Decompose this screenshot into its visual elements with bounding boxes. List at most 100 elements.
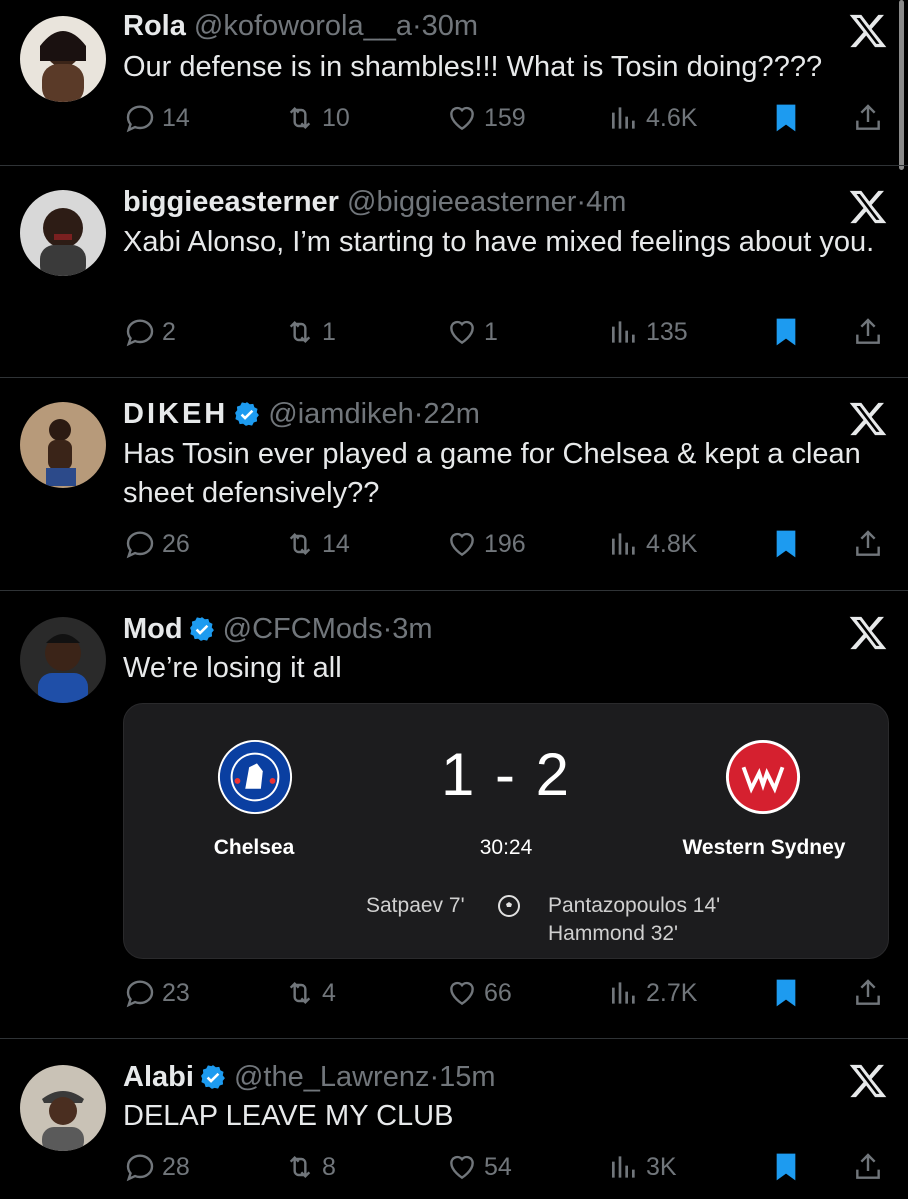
repost-icon xyxy=(289,1155,311,1179)
views-chart-icon xyxy=(612,1156,635,1178)
display-name[interactable]: Mod xyxy=(123,613,183,645)
share-button[interactable] xyxy=(852,312,884,352)
share-icon xyxy=(856,530,880,556)
repost-button[interactable]: 1 xyxy=(284,312,336,352)
reply-button[interactable]: 2 xyxy=(124,312,176,352)
action-bar: 26 14 196 4.8K xyxy=(0,524,908,564)
like-count: 196 xyxy=(484,529,526,558)
avatar[interactable] xyxy=(20,16,106,102)
tweet-2[interactable]: DIKEH @iamdikeh·22m Has Tosin ever playe… xyxy=(0,378,908,590)
tweet-header: DIKEH @iamdikeh·22m xyxy=(123,396,480,432)
repost-button[interactable]: 4 xyxy=(284,973,336,1013)
heart-icon xyxy=(450,981,474,1006)
away-team-name: Western Sydney xyxy=(682,836,846,859)
bookmark-icon xyxy=(776,104,796,132)
bookmark-button[interactable] xyxy=(770,1147,802,1187)
timestamp[interactable]: 3m xyxy=(392,613,432,645)
tweet-header: Rola @kofoworola__a·30m xyxy=(123,8,478,44)
tweet-text: DELAP LEAVE MY CLUB xyxy=(123,1100,454,1132)
display-name[interactable]: Rola xyxy=(123,10,186,42)
repost-button[interactable]: 14 xyxy=(284,524,350,564)
tweet-header: Alabi @the_Lawrenz·15m xyxy=(123,1059,496,1095)
separator-dot: · xyxy=(429,1061,440,1093)
reply-button[interactable]: 28 xyxy=(124,1147,190,1187)
repost-icon xyxy=(289,320,311,344)
user-handle[interactable]: @the_Lawrenz xyxy=(234,1061,430,1093)
view-count: 4.8K xyxy=(646,529,698,558)
like-button[interactable]: 66 xyxy=(446,973,512,1013)
verified-badge-icon xyxy=(200,1065,225,1089)
verified-badge-icon xyxy=(235,402,260,426)
avatar[interactable] xyxy=(20,190,106,276)
reply-count: 2 xyxy=(162,317,176,346)
share-icon xyxy=(856,104,880,130)
bookmark-button[interactable] xyxy=(770,312,802,352)
user-handle[interactable]: @kofoworola__a xyxy=(194,10,412,42)
timestamp[interactable]: 22m xyxy=(423,398,479,430)
views-button[interactable]: 3K xyxy=(608,1147,677,1187)
tweet-1[interactable]: biggieeasterner @biggieeasterner·4m Xabi… xyxy=(0,166,908,377)
reply-button[interactable]: 26 xyxy=(124,524,190,564)
match-scorecard[interactable]: 1 - 2 Chelsea 30:24 Western Sydney Satpa… xyxy=(123,703,889,959)
views-button[interactable]: 4.8K xyxy=(608,524,697,564)
repost-button[interactable]: 10 xyxy=(284,98,350,138)
x-logo-icon xyxy=(849,14,887,48)
like-count: 159 xyxy=(484,103,526,132)
bookmark-button[interactable] xyxy=(770,973,802,1013)
repost-icon xyxy=(289,981,311,1005)
user-handle[interactable]: @CFCMods xyxy=(223,613,383,645)
bookmark-button[interactable] xyxy=(770,524,802,564)
display-name[interactable]: Alabi xyxy=(123,1061,194,1093)
timestamp[interactable]: 30m xyxy=(422,10,478,42)
display-name[interactable]: DIKEH xyxy=(123,398,228,430)
tweet-0[interactable]: Rola @kofoworola__a·30m Our defense is i… xyxy=(0,0,908,165)
action-bar: 28 8 54 3K xyxy=(0,1147,908,1187)
timestamp[interactable]: 15m xyxy=(439,1061,495,1093)
bookmark-icon xyxy=(776,979,796,1007)
bookmark-button[interactable] xyxy=(770,98,802,138)
tweet-4[interactable]: Alabi @the_Lawrenz·15m DELAP LEAVE MY CL… xyxy=(0,1039,908,1199)
x-logo-icon xyxy=(849,1064,887,1098)
repost-count: 10 xyxy=(322,103,350,132)
separator-dot: · xyxy=(411,10,422,42)
x-logo-icon xyxy=(849,402,887,436)
user-handle[interactable]: @biggieeasterner xyxy=(347,186,576,218)
share-button[interactable] xyxy=(852,98,884,138)
heart-icon xyxy=(450,320,474,345)
views-button[interactable]: 2.7K xyxy=(608,973,697,1013)
avatar[interactable] xyxy=(20,617,106,703)
heart-icon xyxy=(450,106,474,131)
reply-button[interactable]: 14 xyxy=(124,98,190,138)
avatar[interactable] xyxy=(20,1065,106,1151)
tweet-3[interactable]: Mod @CFCMods·3m We’re losing it all 1 - … xyxy=(0,591,908,1038)
timestamp[interactable]: 4m xyxy=(586,186,626,218)
western-sydney-crest-icon xyxy=(725,739,801,815)
repost-icon xyxy=(289,532,311,556)
like-button[interactable]: 54 xyxy=(446,1147,512,1187)
share-button[interactable] xyxy=(852,524,884,564)
away-scorer: Pantazopoulos 14' xyxy=(548,894,721,917)
avatar[interactable] xyxy=(20,402,106,488)
tweet-text: Xabi Alonso, I’m starting to have mixed … xyxy=(123,226,875,258)
share-button[interactable] xyxy=(852,1147,884,1187)
heart-icon xyxy=(450,1155,474,1180)
repost-count: 8 xyxy=(322,1152,336,1181)
share-button[interactable] xyxy=(852,973,884,1013)
repost-icon xyxy=(289,106,311,130)
reply-button[interactable]: 23 xyxy=(124,973,190,1013)
views-button[interactable]: 135 xyxy=(608,312,688,352)
like-button[interactable]: 196 xyxy=(446,524,526,564)
separator-dot: · xyxy=(382,613,393,645)
like-button[interactable]: 1 xyxy=(446,312,498,352)
reply-icon xyxy=(126,319,154,347)
repost-button[interactable]: 8 xyxy=(284,1147,336,1187)
views-button[interactable]: 4.6K xyxy=(608,98,697,138)
display-name[interactable]: biggieeasterner xyxy=(123,186,339,218)
user-handle[interactable]: @iamdikeh xyxy=(268,398,414,430)
like-button[interactable]: 159 xyxy=(446,98,526,138)
view-count: 3K xyxy=(646,1152,677,1181)
tweet-text: Has Tosin ever played a game for Chelsea… xyxy=(123,438,861,509)
reply-icon xyxy=(126,105,154,133)
views-chart-icon xyxy=(612,107,635,129)
views-chart-icon xyxy=(612,982,635,1004)
